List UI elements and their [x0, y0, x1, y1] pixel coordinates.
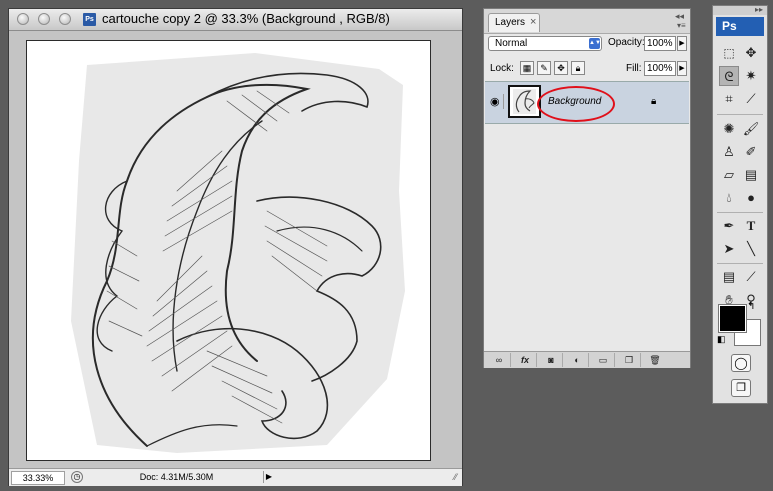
crop-tool-icon[interactable]: ⌗: [719, 89, 739, 109]
line-tool-icon[interactable]: ╲: [741, 239, 761, 259]
select-arrows-icon: ▲▼: [589, 38, 601, 49]
opacity-label: Opacity:: [608, 37, 645, 48]
clone-stamp-tool-icon[interactable]: ♙: [719, 142, 739, 162]
new-group-folder-icon[interactable]: ▭: [592, 353, 615, 367]
default-colors-icon[interactable]: ◧: [717, 334, 726, 345]
notes-tool-icon[interactable]: ▤: [719, 267, 739, 287]
blend-mode-value: Normal: [495, 38, 528, 49]
opacity-slider-arrow-icon[interactable]: ▶: [677, 36, 687, 51]
tab-layers-label: Layers: [495, 17, 526, 28]
fill-input[interactable]: 100%: [644, 61, 676, 76]
lock-label: Lock:: [490, 63, 514, 74]
link-layers-icon[interactable]: ∞: [488, 353, 511, 367]
new-layer-icon[interactable]: ❐: [618, 353, 641, 367]
vertical-scroll-track[interactable]: [450, 31, 462, 468]
blend-mode-select[interactable]: Normal ▲▼: [488, 36, 602, 51]
layer-visibility-toggle[interactable]: ◉: [488, 94, 504, 109]
document-window: Ps cartouche copy 2 @ 33.3% (Background …: [8, 8, 463, 486]
tools-panel: ▸▸ Ps ⬚ ✥ ᘓ ✷ ⌗ ⟋ ✺ 🖌︎ ♙ ✐ ▱ ▤ 💧︎ ● ✒︎ T…: [712, 5, 768, 404]
document-title: cartouche copy 2 @ 33.3% (Background , R…: [102, 11, 390, 26]
pen-tool-icon[interactable]: ✒︎: [719, 216, 739, 236]
path-selection-tool-icon[interactable]: ➤: [719, 239, 739, 259]
layer-lock-icon: 🔒︎: [651, 96, 657, 107]
move-tool-icon[interactable]: ✥: [741, 43, 761, 63]
brush-tool-icon[interactable]: 🖌︎: [741, 119, 761, 139]
trash-icon[interactable]: 🗑︎: [644, 353, 666, 367]
quick-mask-icon[interactable]: ◯: [731, 354, 751, 372]
document-status-bar: 33.33% ◷ Doc: 4.31M/5.30M ▶: [9, 468, 462, 486]
magic-wand-tool-icon[interactable]: ✷: [741, 66, 761, 86]
dodge-tool-icon[interactable]: ●: [741, 188, 761, 208]
document-canvas[interactable]: [26, 40, 431, 461]
layers-panel-header: Layers × ◂◂ ▾≡: [484, 9, 690, 34]
fill-label: Fill:: [626, 63, 642, 74]
layers-panel-footer: ∞ fx ◙ ◐ ▭ ❐ 🗑︎: [484, 351, 690, 368]
acanthus-leaf-artwork: [71, 53, 405, 453]
close-window-button[interactable]: [17, 13, 29, 25]
document-size-readout: Doc: 4.31M/5.30M: [139, 472, 214, 482]
opacity-input[interactable]: 100%: [644, 36, 676, 51]
layer-thumbnail: [508, 85, 541, 118]
panel-collapse-icon[interactable]: ▸▸: [755, 5, 763, 14]
healing-brush-tool-icon[interactable]: ✺: [719, 119, 739, 139]
zoom-window-button[interactable]: [59, 13, 71, 25]
zoom-level-field[interactable]: 33.33%: [11, 471, 65, 485]
lock-all-icon[interactable]: 🔒︎: [571, 61, 585, 75]
eyedropper-tool-icon[interactable]: ⟋: [741, 267, 761, 287]
eraser-tool-icon[interactable]: ▱: [719, 165, 739, 185]
foreground-color-swatch[interactable]: [719, 305, 746, 332]
fill-slider-arrow-icon[interactable]: ▶: [677, 61, 687, 76]
document-title-bar[interactable]: Ps cartouche copy 2 @ 33.3% (Background …: [9, 9, 462, 31]
status-info-icon[interactable]: ◷: [71, 471, 83, 483]
resize-grip-icon[interactable]: ⁄⁄: [449, 469, 462, 485]
annotation-ellipse: [537, 86, 615, 122]
layers-panel: Layers × ◂◂ ▾≡ Normal ▲▼ Opacity: 100% ▶…: [483, 8, 691, 368]
marquee-tool-icon[interactable]: ⬚: [719, 43, 739, 63]
tools-divider: [717, 263, 763, 264]
eye-icon: ◉: [490, 96, 500, 108]
type-tool-icon[interactable]: T: [741, 216, 761, 236]
tools-divider: [717, 212, 763, 213]
tab-close-icon[interactable]: ×: [530, 16, 536, 28]
status-menu-arrow-icon[interactable]: ▶: [263, 471, 274, 483]
tab-layers[interactable]: Layers ×: [488, 13, 540, 32]
minimize-window-button[interactable]: [38, 13, 50, 25]
layer-row[interactable]: ◉ Background 🔒︎: [485, 81, 689, 124]
lasso-tool-icon[interactable]: ᘓ: [719, 66, 739, 86]
lock-transparency-icon[interactable]: ▦: [520, 61, 534, 75]
fx-icon[interactable]: fx: [514, 353, 537, 367]
swap-colors-icon[interactable]: ↰: [747, 301, 755, 312]
tools-divider: [717, 114, 763, 115]
add-mask-icon[interactable]: ◙: [540, 353, 563, 367]
screen-mode-icon[interactable]: ❐: [731, 379, 751, 397]
tools-panel-header: ▸▸: [713, 5, 767, 15]
lock-image-icon[interactable]: ✎: [537, 61, 551, 75]
history-brush-tool-icon[interactable]: ✐: [741, 142, 761, 162]
gradient-tool-icon[interactable]: ▤: [741, 165, 761, 185]
lock-position-icon[interactable]: ✥: [554, 61, 568, 75]
photoshop-logo[interactable]: Ps: [716, 17, 764, 36]
slice-tool-icon[interactable]: ⟋: [741, 89, 761, 109]
blur-tool-icon[interactable]: 💧︎: [719, 188, 739, 208]
panel-menu-icon[interactable]: ▾≡: [677, 21, 686, 30]
ps-document-icon: Ps: [83, 13, 96, 26]
adjustment-layer-icon[interactable]: ◐: [566, 353, 589, 367]
